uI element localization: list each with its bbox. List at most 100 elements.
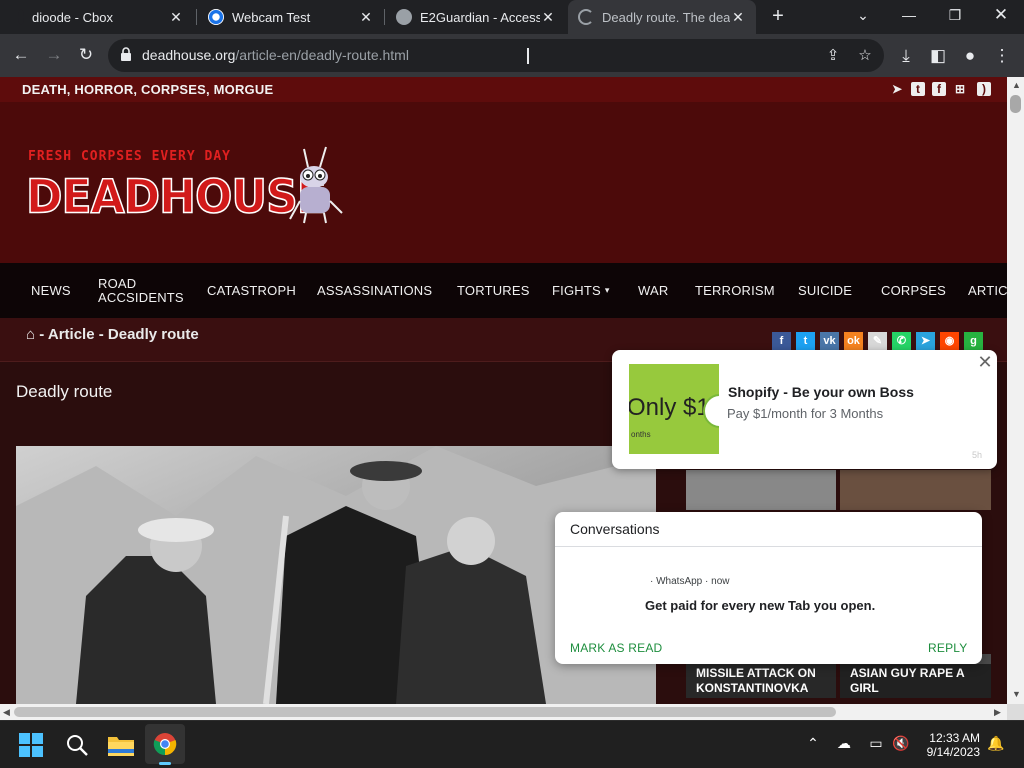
rss-icon[interactable]: ) — [977, 82, 991, 96]
reply-button[interactable]: REPLY — [928, 641, 967, 655]
site-logo[interactable]: DEADHOUSE — [25, 170, 327, 225]
scroll-left-icon[interactable]: ◀ — [3, 707, 10, 718]
file-explorer-icon[interactable] — [108, 734, 134, 756]
breadcrumb: ⌂ - Article - Deadly route — [26, 326, 199, 343]
close-icon[interactable]: ✕ — [730, 9, 746, 26]
minimize-button[interactable]: — — [886, 0, 932, 34]
loading-spinner-icon — [578, 9, 594, 25]
chrome-icon — [153, 733, 177, 756]
site-slogan: FRESH CORPSES EVERY DAY — [28, 149, 232, 164]
chevron-up-icon[interactable]: ⌃ — [802, 735, 824, 752]
tab-search-button[interactable]: ⌄ — [840, 0, 886, 34]
globe-icon — [396, 9, 412, 25]
odnoklassniki-icon[interactable]: ok — [844, 332, 863, 351]
chevron-down-icon: ▾ — [604, 285, 610, 295]
site-header: FRESH CORPSES EVERY DAY DEADHOUSE — [0, 102, 1007, 263]
lock-icon[interactable] — [120, 47, 132, 61]
close-icon[interactable]: ✕ — [358, 9, 374, 26]
facebook-icon[interactable]: f — [932, 82, 946, 96]
thumbnail[interactable] — [686, 470, 836, 510]
close-icon[interactable]: ✕ — [540, 9, 556, 26]
scroll-down-icon[interactable]: ▼ — [1012, 689, 1021, 699]
gab-icon[interactable]: g — [964, 332, 983, 351]
profile-icon[interactable]: ● — [958, 44, 982, 68]
url-text[interactable]: deadhouse.org/article-en/deadly-route.ht… — [142, 47, 409, 63]
twitter-icon[interactable]: t — [796, 332, 815, 351]
nav-fights[interactable]: FIGHTS ▾ — [552, 263, 610, 318]
breadcrumb-section[interactable]: Article — [48, 326, 95, 343]
download-icon[interactable]: ⤓ — [894, 44, 918, 68]
volume-muted-icon[interactable]: 🔇 — [890, 735, 912, 752]
scroll-up-icon[interactable]: ▲ — [1012, 80, 1021, 90]
scrollbar-corner — [1007, 704, 1024, 720]
nav-suicide[interactable]: SUICIDE — [798, 263, 852, 318]
article-title: Deadly route — [16, 382, 113, 401]
vertical-scrollbar[interactable]: ▲ ▼ — [1007, 77, 1024, 704]
tab-separator — [196, 9, 197, 25]
scroll-thumb[interactable] — [14, 707, 836, 717]
onedrive-icon[interactable]: ☁ — [833, 735, 855, 752]
share-icon[interactable]: ⇪ — [822, 45, 844, 67]
facebook-icon[interactable]: f — [772, 332, 791, 351]
mark-as-read-button[interactable]: MARK AS READ — [570, 641, 662, 655]
tab-title: Webcam Test — [232, 9, 311, 25]
divider — [555, 546, 982, 547]
telegram-icon[interactable]: ➤ — [916, 332, 935, 351]
notification-bell-icon[interactable]: 🔔 — [985, 735, 1007, 752]
forward-icon[interactable]: → — [42, 43, 66, 67]
nav-articles[interactable]: ARTIC — [968, 263, 1007, 318]
ad-title[interactable]: Shopify - Be your own Boss — [728, 384, 914, 400]
reddit-icon[interactable]: ◉ — [940, 332, 959, 351]
home-icon[interactable]: ⌂ — [26, 326, 35, 343]
tab-webcam-test[interactable]: Webcam Test ✕ — [198, 0, 384, 34]
nav-corpses[interactable]: CORPSES — [881, 263, 946, 318]
tab-deadly-route[interactable]: Deadly route. The deat ✕ — [568, 0, 756, 34]
nav-news[interactable]: NEWS — [31, 263, 71, 318]
cbox-favicon-icon — [18, 9, 24, 25]
bookmark-star-icon[interactable]: ☆ — [854, 45, 876, 67]
close-window-button[interactable]: ✕ — [978, 0, 1024, 34]
tab-strip: dioode - Cbox ✕ Webcam Test ✕ E2Guardian… — [0, 0, 1024, 34]
thumbnail-caption: MISSILE ATTACK ON KONSTANTINOVKA — [686, 664, 836, 698]
tab-dioode[interactable]: dioode - Cbox ✕ — [8, 0, 194, 34]
telegram-icon[interactable]: ➤ — [890, 82, 904, 96]
restore-button[interactable]: ❐ — [932, 0, 978, 34]
ad-image[interactable]: Only $1 onths — [629, 364, 719, 454]
nav-terrorism[interactable]: TERRORISM — [695, 263, 775, 318]
notification-header: Conversations — [570, 521, 660, 537]
close-icon[interactable]: ✕ — [975, 352, 995, 372]
nav-catastroph[interactable]: CATASTROPH — [207, 263, 296, 318]
horizontal-scrollbar[interactable]: ◀ ▶ — [0, 704, 1007, 720]
address-bar[interactable]: deadhouse.org/article-en/deadly-route.ht… — [108, 39, 884, 72]
breadcrumb-current: Deadly route — [107, 326, 199, 343]
ad-popup[interactable]: Only $1 onths Shopify - Be your own Boss… — [612, 350, 997, 469]
scroll-right-icon[interactable]: ▶ — [994, 707, 1001, 718]
nav-tortures[interactable]: TORTURES — [457, 263, 530, 318]
back-icon[interactable]: ← — [9, 43, 33, 67]
tab-title: dioode - Cbox — [32, 9, 113, 25]
twitter-icon[interactable]: t — [911, 82, 925, 96]
close-icon[interactable]: ✕ — [168, 9, 184, 26]
thumbnail[interactable] — [840, 470, 991, 510]
nav-assassinations[interactable]: ASSASSINATIONS — [317, 263, 432, 318]
chrome-taskbar-button[interactable] — [145, 724, 185, 765]
nav-war[interactable]: WAR — [638, 263, 668, 318]
notification-message: Get paid for every new Tab you open. — [645, 598, 876, 613]
reload-icon[interactable]: ↻ — [74, 43, 98, 67]
side-panel-icon[interactable]: ◧ — [926, 44, 950, 68]
vk-icon[interactable]: vk — [820, 332, 839, 351]
menu-icon[interactable]: ⋮ — [990, 44, 1014, 68]
browser-toolbar: ← → ↻ deadhouse.org/article-en/deadly-ro… — [0, 34, 1024, 77]
nav-road-accidents[interactable]: ROAD ACCSIDENTS — [98, 263, 184, 318]
tab-e2guardian[interactable]: E2Guardian - Access De ✕ — [386, 0, 566, 34]
taskbar-clock[interactable]: 12:33 AM 9/14/2023 — [914, 731, 980, 759]
notification-popup[interactable]: Conversations · WhatsApp · now Get paid … — [555, 512, 982, 664]
edit-icon[interactable]: ✎ — [868, 332, 887, 351]
whatsapp-icon[interactable]: ✆ — [892, 332, 911, 351]
new-tab-button[interactable]: + — [766, 4, 790, 28]
windows-start-icon[interactable] — [19, 733, 43, 757]
search-icon[interactable] — [65, 733, 89, 757]
scroll-thumb[interactable] — [1010, 95, 1021, 113]
network-icon[interactable]: ▭ — [865, 735, 887, 752]
sitemap-icon[interactable]: ⊞ — [953, 82, 967, 96]
